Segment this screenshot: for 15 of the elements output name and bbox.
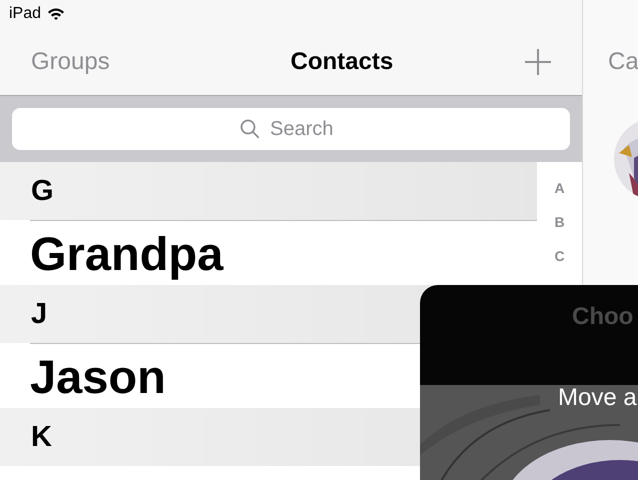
device-name: iPad <box>9 5 42 23</box>
search-icon <box>240 119 260 139</box>
index-letter[interactable]: C <box>554 248 565 264</box>
index-letter[interactable]: A <box>554 180 565 196</box>
wifi-icon <box>47 7 66 21</box>
section-letter: J <box>31 298 48 330</box>
section-letter: G <box>31 174 54 208</box>
groups-link[interactable]: Groups <box>31 48 110 76</box>
nav-title: Contacts <box>290 48 394 76</box>
add-icon[interactable] <box>524 48 552 76</box>
panel-title: Choo <box>572 303 634 331</box>
section-letter: K <box>31 420 52 454</box>
index-letter[interactable]: B <box>554 214 565 230</box>
search-field[interactable]: Search <box>270 118 342 140</box>
instruction-text: Move a <box>558 384 637 412</box>
